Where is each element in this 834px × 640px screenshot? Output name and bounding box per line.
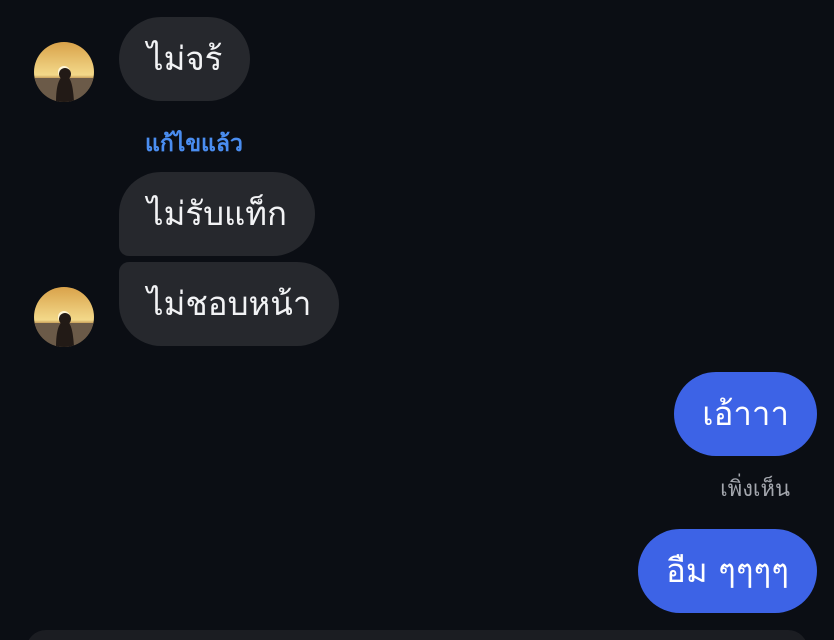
message-bubble-incoming[interactable]: ไม่ชอบหน้า [119, 262, 340, 346]
seen-status: เพิ่งเห็น [720, 477, 790, 502]
contact-avatar[interactable] [34, 42, 94, 102]
avatar-photo-icon [34, 42, 94, 102]
message-bubble-outgoing[interactable]: อืม ๆๆๆๆ [638, 529, 817, 613]
message-bubble-incoming[interactable]: ไม่รับแท็ก [119, 172, 316, 256]
avatar-photo-icon [34, 287, 94, 347]
message-bubble-incoming[interactable]: ไม่จร้ [119, 17, 251, 101]
message-composer[interactable] [26, 630, 808, 640]
message-thread: ไม่จร้ แก้ไขแล้ว ไม่รับแท็ก ไม่ชอบหน้า เ… [0, 0, 834, 640]
message-bubble-outgoing[interactable]: เอ้าาา [674, 372, 817, 456]
contact-avatar[interactable] [34, 287, 94, 347]
edited-label: แก้ไขแล้ว [145, 131, 243, 157]
